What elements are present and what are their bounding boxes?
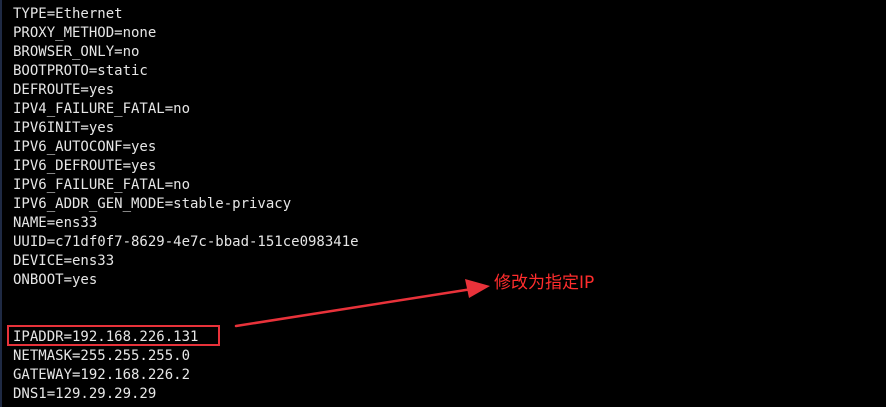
ipaddr-highlight-box (7, 325, 220, 346)
config-line-device: DEVICE=ens33 (13, 253, 115, 269)
config-line-gateway: GATEWAY=192.168.226.2 (13, 367, 191, 383)
annotation-label: 修改为指定IP (494, 273, 595, 293)
config-line-netmask: NETMASK=255.255.255.0 (13, 348, 191, 364)
config-line-ipv6init: IPV6INIT=yes (13, 120, 115, 136)
config-line-type: TYPE=Ethernet (13, 6, 123, 22)
config-line-browser-only: BROWSER_ONLY=no (13, 44, 140, 60)
config-line-ipv6-addr-gen-mode: IPV6_ADDR_GEN_MODE=stable-privacy (13, 196, 292, 212)
config-line-name: NAME=ens33 (13, 215, 98, 231)
terminal-window[interactable]: TYPE=Ethernet PROXY_METHOD=none BROWSER_… (0, 0, 886, 407)
config-line-defroute: DEFROUTE=yes (13, 82, 115, 98)
config-line-bootproto: BOOTPROTO=static (13, 63, 148, 79)
config-line-ipv6-failure-fatal: IPV6_FAILURE_FATAL=no (13, 177, 191, 193)
config-line-ipv6-defroute: IPV6_DEFROUTE=yes (13, 158, 157, 174)
config-line-dns1: DNS1=129.29.29.29 (13, 386, 157, 402)
config-line-proxy-method: PROXY_METHOD=none (13, 25, 157, 41)
config-line-onboot: ONBOOT=yes (13, 272, 98, 288)
config-line-ipv6-autoconf: IPV6_AUTOCONF=yes (13, 139, 157, 155)
config-line-uuid: UUID=c71df0f7-8629-4e7c-bbad-151ce098341… (13, 234, 359, 250)
config-line-ipv4-failure-fatal: IPV4_FAILURE_FATAL=no (13, 101, 191, 117)
